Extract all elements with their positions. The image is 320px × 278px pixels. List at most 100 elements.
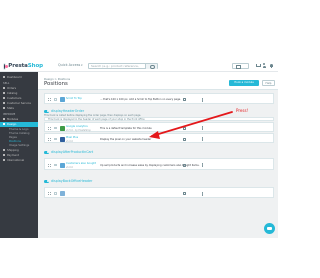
sidebar-item-modules[interactable]: Modules [0,117,38,122]
row-checkbox[interactable] [54,192,57,195]
hook-toggle[interactable] [44,110,49,113]
edit-icon[interactable] [183,163,186,167]
search-input[interactable] [91,63,139,69]
sidebar-item-label: Catalog [7,91,18,96]
notifications-icon[interactable] [269,63,274,68]
more-actions-icon[interactable] [202,191,203,196]
user-icon[interactable] [262,63,267,68]
search-box [88,62,158,69]
hook-banner-text: This hook is displayed in the header of … [48,117,145,121]
chat-bubble-icon[interactable] [264,223,275,234]
sidebar-item-shipping[interactable]: Shipping [0,148,38,153]
drag-handle-icon[interactable] [48,163,51,167]
globe-icon [3,159,6,162]
prestashop-logo[interactable]: PrestaShop [3,62,43,70]
sidebar-item-payment[interactable]: Payment [0,153,38,158]
drag-handle-icon[interactable] [48,126,51,130]
edit-icon[interactable] [183,98,186,101]
module-row: Google Analytics v1.5.0 - by PrestaShop … [44,122,274,132]
dashboard-icon [3,76,6,79]
edit-icon[interactable] [183,192,186,195]
more-actions-icon[interactable] [202,137,203,141]
more-actions-icon[interactable] [202,126,203,130]
sidebar-item-label: Image Settings [9,143,30,148]
hook-name[interactable]: displayHeaderOrder [51,109,84,113]
module-description: This is a default template for this modu… [100,126,152,130]
module-icon [60,97,65,102]
edit-icon[interactable] [183,137,186,141]
module-row: Customers also bought v1.0.0 Up sell pro… [44,158,274,170]
sidebar-item-customer-service[interactable]: Customer Service [0,101,38,106]
drag-handle-icon[interactable] [48,192,51,195]
logo-icon [3,62,9,70]
module-row: Pixel Plus v1.0.0 Display the pixel on y… [44,133,274,143]
sidebar-item-customers[interactable]: Customers [0,96,38,101]
module-name[interactable]: Scroll To Top [66,97,82,100]
sidebar-item-label: Dashboard [7,75,22,80]
sidebar-item-label: Payment [7,153,19,158]
hook-name[interactable]: displayAfterProductInCart [51,150,93,154]
customer-service-icon [3,102,6,105]
sidebar-item-label: Shipping [7,148,19,153]
sidebar-item-dashboard[interactable]: Dashboard [0,75,38,80]
hook-name[interactable]: displayBackOfficeHeader [51,179,92,183]
logo-text: PrestaShop [8,63,43,69]
module-version: v1.5.0 - by PrestaShop [66,128,91,132]
sidebar-section-improve: IMPROVE [3,113,16,116]
view-shop-button[interactable] [232,62,249,69]
shipping-icon [3,149,6,152]
page-title: Positions [44,81,68,87]
hook-toggle[interactable] [44,151,49,154]
module-version: v1.0.0 [66,165,73,169]
sidebar-item-label: International [7,158,25,163]
logo-prefix: Presta [8,63,28,69]
sidebar-item-label: Design [7,122,17,127]
top-bar: PrestaShop Quick Access [0,60,278,72]
search-icon[interactable] [145,63,157,69]
orders-icon [3,87,6,90]
sidebar-item-label: Customers [7,96,22,101]
sidebar-section-sell: SELL [3,82,10,85]
screenshot-frame: PrestaShop Quick Access Dashboard SELL O… [0,60,278,238]
sidebar-item-label: Customer Service [7,101,31,106]
hook-module-button[interactable]: Hook a module [229,80,259,86]
hook-toggle[interactable] [44,180,49,183]
sidebar-item-design[interactable]: Design [0,122,38,127]
sidebar-item-orders[interactable]: Orders [0,86,38,91]
sidebar-item-label: Stats [7,106,14,111]
module-row: Scroll To Top ... that's 100 x 100 px. A… [44,93,274,104]
modules-icon [3,118,6,121]
module-row [44,187,274,198]
payment-icon [3,154,6,157]
sidebar-item-catalog[interactable]: Catalog [0,91,38,96]
customers-icon [3,97,6,100]
module-icon [60,162,65,168]
design-icon [3,123,6,126]
row-checkbox[interactable] [54,137,57,141]
help-button[interactable]: Help [262,80,275,86]
row-checkbox[interactable] [54,98,57,101]
module-icon [60,125,65,131]
module-description: ... that's 100 x 100 px. Add a Scroll to… [100,97,182,101]
row-checkbox[interactable] [54,163,57,167]
module-icon [60,191,65,196]
callout-label: Press! [236,108,249,113]
cart-icon[interactable] [255,63,261,68]
more-actions-icon[interactable] [202,97,203,102]
row-checkbox[interactable] [54,126,57,130]
catalog-icon [3,92,6,95]
quick-access-menu[interactable]: Quick Access [58,63,83,67]
sidebar-subitem-image-settings[interactable]: Image Settings [0,143,38,148]
edit-icon[interactable] [183,126,186,130]
logo-suffix: Shop [27,63,43,69]
module-version: v1.0.0 [66,139,73,143]
sidebar-item-label: Modules [7,117,19,122]
module-description: Display the pixel on your website header [100,137,152,141]
more-actions-icon[interactable] [202,163,203,167]
sidebar-item-stats[interactable]: Stats [0,106,38,111]
drag-handle-icon[interactable] [48,137,51,141]
drag-handle-icon[interactable] [48,98,51,101]
sidebar-item-label: Orders [7,86,17,91]
sidebar-item-international[interactable]: International [0,158,38,163]
stats-icon [3,107,6,110]
